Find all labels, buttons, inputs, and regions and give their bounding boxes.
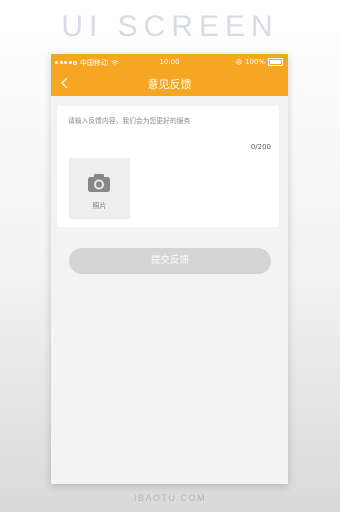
feedback-card: 请输入反馈内容，我们会为您更好的服务 0/200 照片 [57, 106, 279, 227]
char-counter: 0/200 [250, 143, 271, 151]
status-bar: 中国移动 10:00 100% [51, 54, 288, 70]
status-right: 100% [236, 58, 283, 66]
battery-percent: 100% [244, 58, 265, 66]
footer-watermark: IBAOTU.COM [133, 493, 206, 503]
location-icon [236, 59, 242, 65]
submit-button[interactable]: 提交反馈 [69, 248, 271, 274]
nav-bar: 意见反馈 [51, 70, 288, 96]
add-photo-button[interactable]: 照片 [69, 158, 130, 219]
photo-label: 照片 [92, 202, 107, 210]
phone-screen: 中国移动 10:00 100% 意见反馈 请输入反馈内容，我们会为您更好的服务 … [51, 54, 288, 484]
feedback-input[interactable]: 请输入反馈内容，我们会为您更好的服务 [68, 115, 190, 125]
banner-title: UI SCREEN [61, 10, 279, 43]
battery-icon [268, 58, 283, 66]
page-title: 意见反馈 [147, 78, 192, 91]
camera-icon [88, 174, 110, 192]
